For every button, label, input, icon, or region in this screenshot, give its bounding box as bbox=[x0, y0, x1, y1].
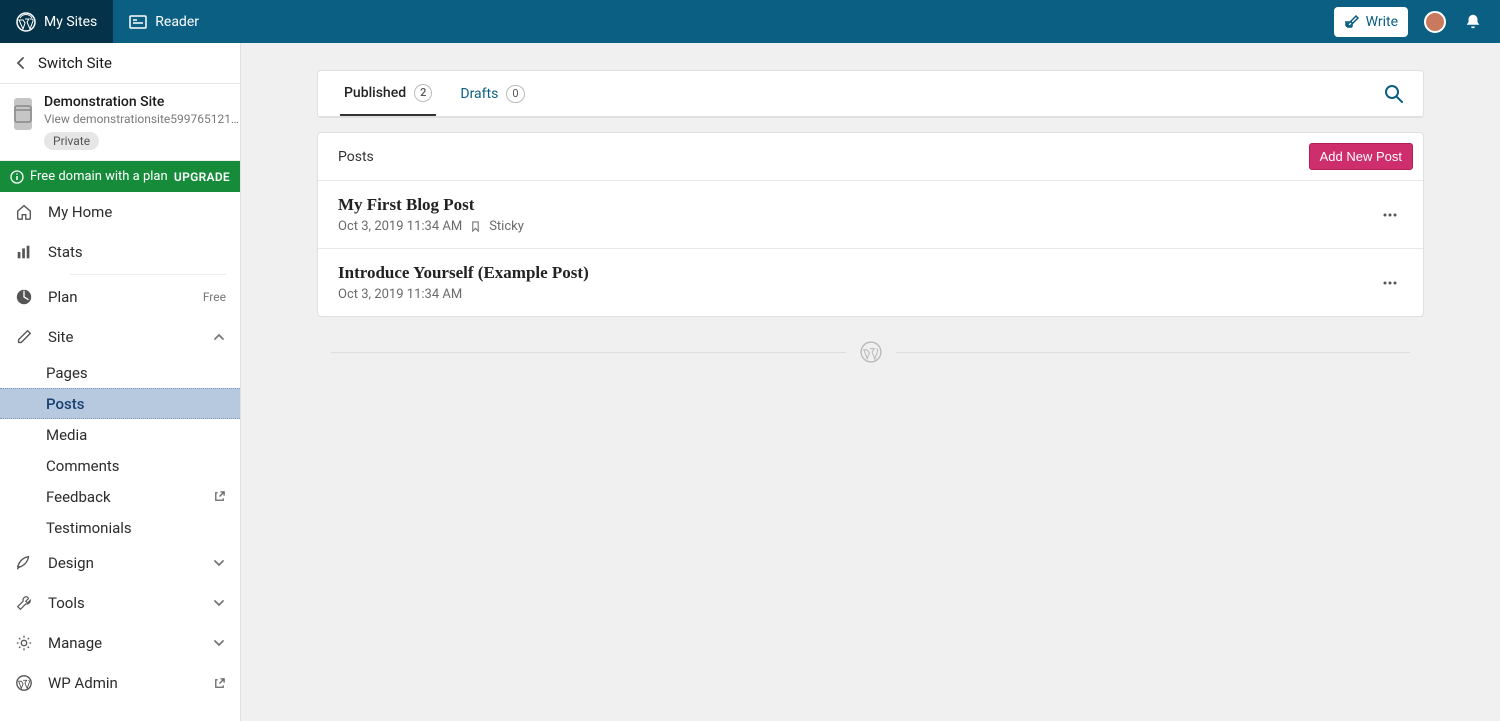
footer-wordpress-logo bbox=[317, 341, 1424, 363]
site-name: Demonstration Site bbox=[44, 94, 239, 110]
sub-posts[interactable]: Posts bbox=[0, 388, 240, 419]
more-icon[interactable] bbox=[1377, 202, 1403, 228]
tab-label: Drafts bbox=[460, 86, 498, 102]
nav-label: Manage bbox=[48, 634, 198, 652]
sub-label: Testimonials bbox=[46, 519, 132, 537]
post-title: Introduce Yourself (Example Post) bbox=[338, 263, 589, 283]
sub-label: Posts bbox=[46, 395, 84, 413]
nav-my-home[interactable]: My Home bbox=[0, 192, 240, 232]
nav-label: Plan bbox=[48, 288, 189, 306]
external-link-icon bbox=[213, 677, 226, 690]
upsell-banner[interactable]: Free domain with a plan UPGRADE bbox=[0, 161, 240, 192]
posts-header: Posts Add New Post bbox=[318, 133, 1423, 180]
masterbar-reader-label: Reader bbox=[155, 14, 199, 30]
nav-wp-admin[interactable]: WP Admin bbox=[0, 663, 240, 703]
stats-icon bbox=[14, 243, 34, 261]
site-url: View demonstrationsite599765121… bbox=[44, 112, 239, 126]
post-date: Oct 3, 2019 11:34 AM bbox=[338, 219, 462, 234]
post-date: Oct 3, 2019 11:34 AM bbox=[338, 287, 462, 302]
wrench-icon bbox=[14, 594, 34, 612]
sub-label: Media bbox=[46, 426, 87, 444]
avatar[interactable] bbox=[1424, 11, 1446, 33]
masterbar-my-sites[interactable]: My Sites bbox=[0, 0, 113, 43]
masterbar: My Sites Reader Write bbox=[0, 0, 1500, 43]
posts-card: Posts Add New Post My First Blog Post Oc… bbox=[317, 132, 1424, 317]
tab-count: 0 bbox=[506, 85, 524, 103]
sub-label: Comments bbox=[46, 457, 120, 475]
post-title: My First Blog Post bbox=[338, 195, 524, 215]
nav-label: My Home bbox=[48, 203, 226, 221]
sub-testimonials[interactable]: Testimonials bbox=[0, 512, 240, 543]
add-new-post-button[interactable]: Add New Post bbox=[1309, 143, 1413, 170]
privacy-badge: Private bbox=[44, 132, 99, 150]
info-icon bbox=[10, 170, 24, 184]
nav-site[interactable]: Site bbox=[0, 317, 240, 357]
switch-site[interactable]: Switch Site bbox=[0, 43, 240, 84]
sub-feedback[interactable]: Feedback bbox=[0, 481, 240, 512]
reader-icon bbox=[129, 13, 147, 31]
masterbar-reader[interactable]: Reader bbox=[113, 0, 215, 43]
design-icon bbox=[14, 554, 34, 572]
pencil-icon bbox=[14, 328, 34, 346]
chevron-down-icon bbox=[212, 636, 226, 650]
nav-manage[interactable]: Manage bbox=[0, 623, 240, 663]
notifications-bell-icon[interactable] bbox=[1464, 13, 1482, 31]
chevron-down-icon bbox=[212, 596, 226, 610]
wordpress-icon bbox=[14, 674, 34, 692]
nav-plan[interactable]: Plan Free bbox=[0, 277, 240, 317]
site-block[interactable]: Demonstration Site View demonstrationsit… bbox=[0, 84, 240, 161]
plan-tag: Free bbox=[203, 290, 226, 304]
chevron-down-icon bbox=[212, 556, 226, 570]
home-icon bbox=[14, 203, 34, 221]
tab-label: Published bbox=[344, 85, 406, 101]
external-link-icon bbox=[213, 490, 226, 503]
post-row[interactable]: Introduce Yourself (Example Post) Oct 3,… bbox=[318, 248, 1423, 316]
nav-label: WP Admin bbox=[48, 674, 199, 692]
bookmark-icon bbox=[470, 221, 481, 232]
plan-icon bbox=[14, 288, 34, 306]
sub-label: Feedback bbox=[46, 488, 111, 506]
post-tabs: Published 2 Drafts 0 bbox=[318, 71, 1423, 117]
nav-label: Tools bbox=[48, 594, 198, 612]
chevron-left-icon bbox=[14, 56, 28, 70]
gear-icon bbox=[14, 634, 34, 652]
search-icon[interactable] bbox=[1383, 83, 1411, 105]
posts-title: Posts bbox=[338, 149, 374, 165]
masterbar-my-sites-label: My Sites bbox=[44, 14, 97, 30]
nav-stats[interactable]: Stats bbox=[0, 232, 240, 272]
nav-tools[interactable]: Tools bbox=[0, 583, 240, 623]
nav-label: Site bbox=[48, 328, 198, 346]
main-content: Published 2 Drafts 0 Posts Add New Post bbox=[241, 43, 1500, 721]
nav-design[interactable]: Design bbox=[0, 543, 240, 583]
post-row[interactable]: My First Blog Post Oct 3, 2019 11:34 AM … bbox=[318, 180, 1423, 248]
sub-comments[interactable]: Comments bbox=[0, 450, 240, 481]
nav-label: Stats bbox=[48, 243, 226, 261]
sub-label: Pages bbox=[46, 364, 88, 382]
nav-label: Design bbox=[48, 554, 198, 572]
sub-pages[interactable]: Pages bbox=[0, 357, 240, 388]
sidebar: Switch Site Demonstration Site View demo… bbox=[0, 43, 241, 721]
switch-site-label: Switch Site bbox=[38, 54, 112, 72]
write-button[interactable]: Write bbox=[1334, 7, 1408, 37]
sub-media[interactable]: Media bbox=[0, 419, 240, 450]
write-icon bbox=[1344, 14, 1360, 30]
write-button-label: Write bbox=[1366, 14, 1398, 30]
tab-count: 2 bbox=[414, 84, 432, 102]
upsell-cta: UPGRADE bbox=[174, 170, 230, 184]
more-icon[interactable] bbox=[1377, 270, 1403, 296]
tab-drafts[interactable]: Drafts 0 bbox=[456, 71, 528, 116]
tabs-card: Published 2 Drafts 0 bbox=[317, 70, 1424, 118]
wordpress-icon bbox=[16, 12, 36, 32]
post-sticky-label: Sticky bbox=[489, 219, 524, 234]
site-icon bbox=[14, 98, 32, 130]
upsell-text: Free domain with a plan bbox=[30, 169, 168, 184]
tab-published[interactable]: Published 2 bbox=[340, 71, 436, 116]
chevron-up-icon bbox=[212, 330, 226, 344]
